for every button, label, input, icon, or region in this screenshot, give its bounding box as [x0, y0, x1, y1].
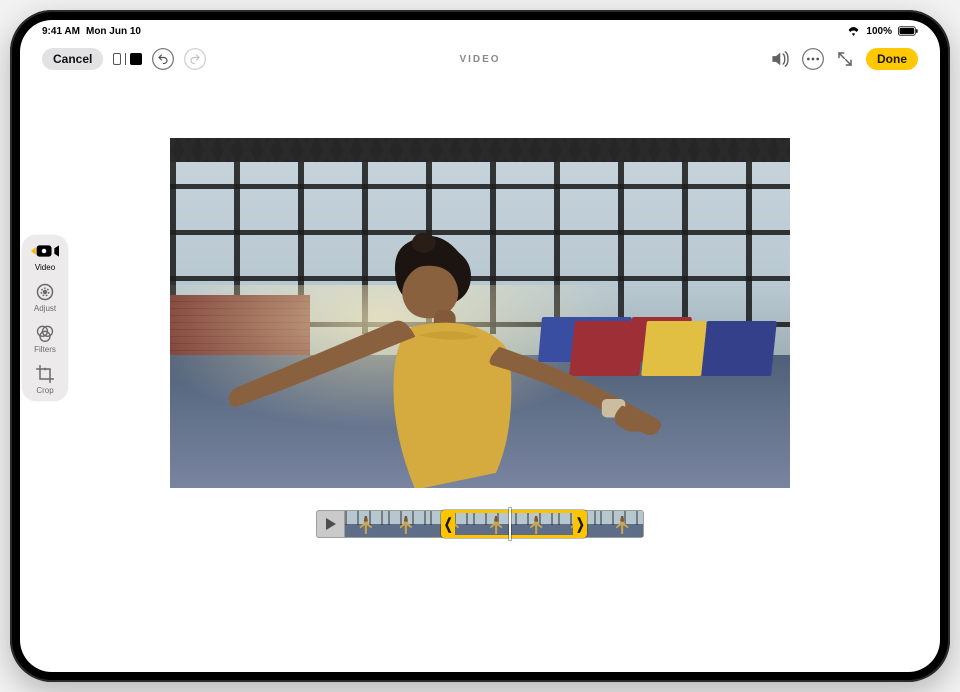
thumbnail-strip: [345, 511, 643, 537]
trim-handle-end[interactable]: [573, 513, 587, 535]
video-subject: [170, 138, 790, 488]
frame-viewer[interactable]: [344, 510, 644, 538]
timeline: [316, 510, 644, 538]
content-area: [20, 20, 940, 672]
trim-handle-start[interactable]: [441, 513, 455, 535]
playhead[interactable]: [509, 508, 511, 540]
play-button[interactable]: [316, 510, 344, 538]
screen: 9:41 AM Mon Jun 10 100% Cancel: [20, 20, 940, 672]
ipad-device-frame: 9:41 AM Mon Jun 10 100% Cancel: [10, 10, 950, 682]
video-preview[interactable]: [170, 138, 790, 488]
